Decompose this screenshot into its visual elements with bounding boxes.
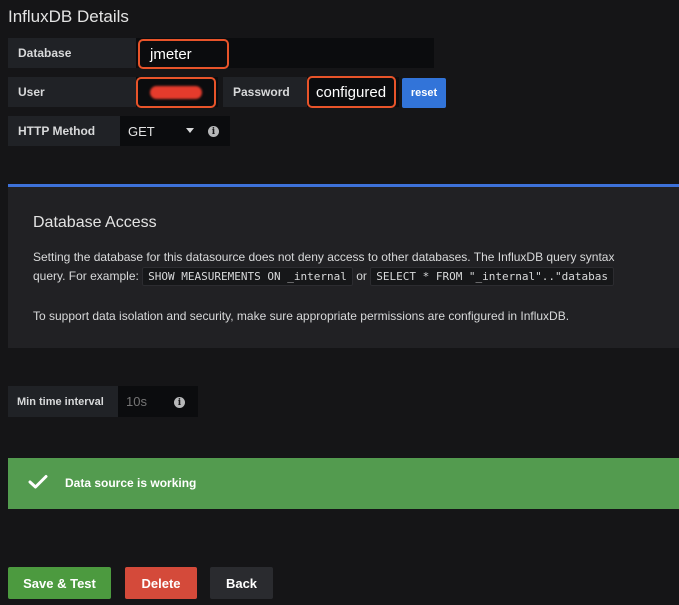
database-access-text-1: Setting the database for this datasource… <box>33 250 615 264</box>
min-time-interval-input[interactable] <box>118 386 198 417</box>
database-access-text-3: To support data isolation and security, … <box>33 309 570 323</box>
database-access-text-2: query. For example: SHOW MEASUREMENTS ON… <box>33 267 615 286</box>
user-input[interactable] <box>136 77 216 108</box>
check-icon <box>28 475 48 489</box>
http-method-value: GET <box>128 123 155 139</box>
database-access-panel: Database Access Setting the database for… <box>8 184 679 348</box>
example-or: or <box>356 269 367 283</box>
example-code-select: SELECT * FROM "_internal".."databas <box>370 267 615 286</box>
database-access-title: Database Access <box>33 214 157 231</box>
example-code-show-measurements: SHOW MEASUREMENTS ON _internal <box>142 267 353 286</box>
info-icon[interactable]: i <box>208 126 219 137</box>
http-method-label: HTTP Method <box>8 116 120 146</box>
redacted-username <box>150 86 202 99</box>
password-input[interactable]: configured <box>307 76 396 108</box>
database-input[interactable]: jmeter <box>138 39 229 69</box>
section-title: InfluxDB Details <box>8 7 129 26</box>
delete-button[interactable]: Delete <box>125 567 197 599</box>
min-time-interval-label: Min time interval <box>8 386 118 417</box>
http-method-select[interactable]: GET i <box>120 116 230 146</box>
status-banner: Data source is working <box>8 458 679 509</box>
database-label: Database <box>8 38 136 68</box>
save-test-button[interactable]: Save & Test <box>8 567 111 599</box>
example-prefix: query. For example: <box>33 269 139 283</box>
chevron-down-icon <box>186 128 194 133</box>
info-icon[interactable]: i <box>174 397 185 408</box>
status-message: Data source is working <box>65 476 197 490</box>
user-label: User <box>8 77 136 107</box>
back-button[interactable]: Back <box>210 567 273 599</box>
password-label: Password <box>223 77 307 107</box>
reset-password-button[interactable]: reset <box>402 78 446 108</box>
